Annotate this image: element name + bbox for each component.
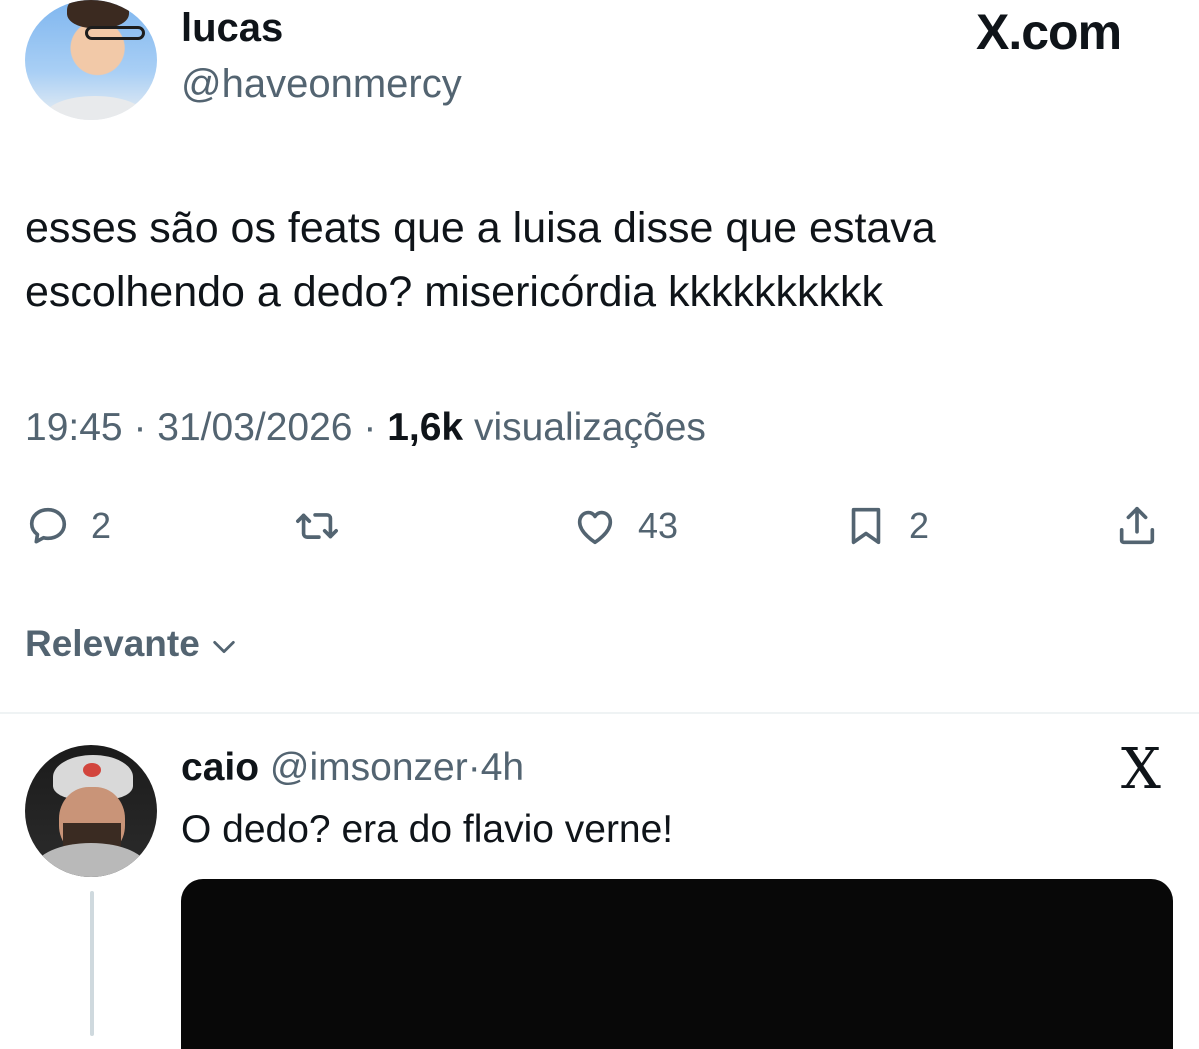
reply-text: O dedo? era do flavio verne! (181, 808, 674, 851)
chevron-down-icon (213, 640, 235, 654)
site-label: X.com (976, 4, 1122, 60)
heart-icon (577, 510, 613, 545)
views-label: visualizações (473, 406, 706, 449)
reply-handle[interactable]: @imsonzer (270, 746, 468, 789)
meta-separator: · (467, 746, 481, 789)
reply-age[interactable]: 4h (481, 746, 524, 789)
avatar-cap-logo (83, 763, 101, 777)
author-display-name[interactable]: lucas (181, 4, 283, 52)
reply-display-name[interactable]: caio (181, 746, 259, 789)
x-logo: X (1121, 737, 1161, 802)
bookmark-button[interactable]: 2 (843, 500, 929, 552)
tweet-date[interactable]: 31/03/2026 (157, 406, 352, 449)
tweet-meta: 19:45 · 31/03/2026 · 1,6k visualizações (25, 402, 706, 454)
like-count: 43 (638, 505, 679, 546)
reply-count: 2 (91, 505, 112, 546)
avatar-shirt (45, 96, 145, 120)
like-button[interactable]: 43 (572, 500, 678, 552)
reply-header: caio @imsonzer·4h (181, 744, 524, 792)
divider (0, 712, 1199, 714)
meta-separator: · (363, 406, 377, 449)
retweet-icon (296, 513, 338, 539)
author-avatar[interactable] (25, 0, 157, 120)
reply-button[interactable]: 2 (25, 500, 111, 552)
share-icon (1119, 506, 1155, 545)
tweet-text: esses são os feats que a luisa disse que… (25, 204, 936, 316)
author-handle[interactable]: @haveonmercy (181, 60, 462, 108)
bookmark-icon (851, 507, 881, 545)
reply-author-avatar[interactable] (25, 745, 157, 877)
bookmark-count: 2 (909, 505, 930, 546)
views-count: 1,6k (387, 406, 464, 449)
speech-bubble-icon (29, 507, 67, 544)
meta-separator: · (133, 406, 147, 449)
avatar-hoodie (35, 843, 147, 877)
share-button[interactable] (1114, 500, 1160, 552)
avatar-hair (67, 0, 129, 28)
retweet-button[interactable] (294, 500, 340, 552)
reply-media[interactable] (181, 879, 1173, 1049)
thread-line (90, 891, 94, 1036)
sort-label: Relevante (25, 623, 200, 664)
tweet-time[interactable]: 19:45 (25, 406, 123, 449)
avatar-glasses (85, 26, 145, 40)
sort-selector[interactable]: Relevante (25, 620, 238, 668)
